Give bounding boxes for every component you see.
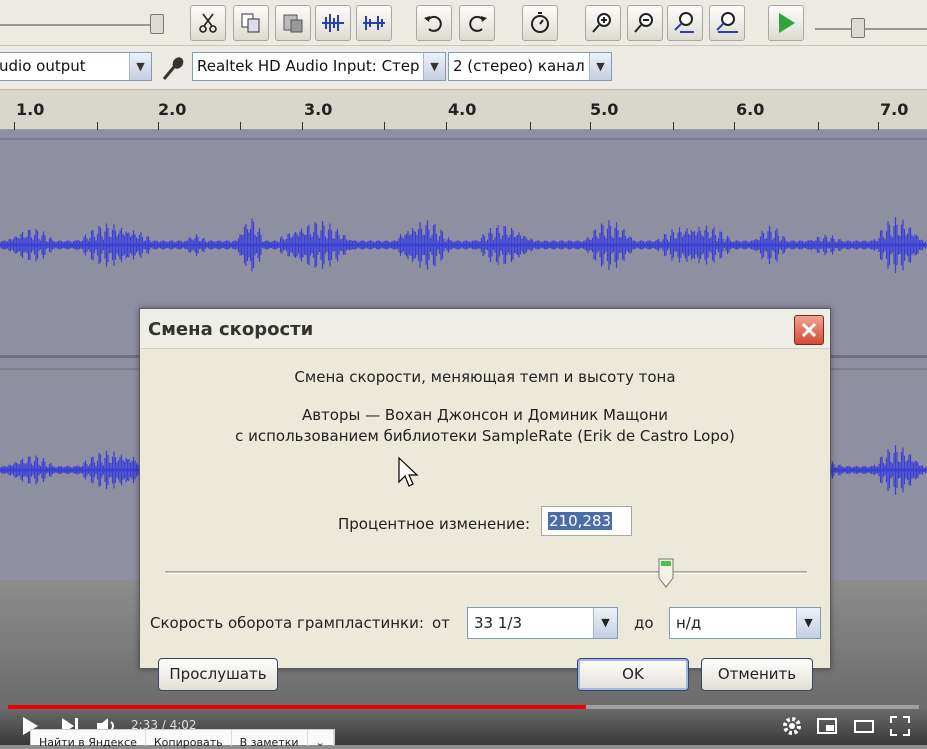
add-to-notes-item[interactable]: В заметки [232, 730, 308, 749]
timeline-ruler[interactable]: 1.0 2.0 3.0 4.0 5.0 6.0 7.0 [0, 90, 927, 130]
to-rpm-select[interactable]: н/д ▼ [669, 607, 821, 639]
device-toolbar: udio output ▼ Realtek HD Audio Input: Ст… [0, 46, 927, 90]
toolbar [0, 0, 927, 46]
theater-mode-icon[interactable] [853, 715, 875, 737]
miniplayer-icon[interactable] [816, 715, 838, 737]
percent-change-input[interactable]: 210,283 [541, 506, 632, 536]
microphone-icon [160, 54, 188, 82]
from-label: от [432, 614, 450, 632]
paste-icon[interactable] [275, 5, 311, 41]
timer-icon[interactable] [522, 5, 558, 41]
copy-item[interactable]: Копировать [146, 730, 232, 749]
authors-line: Авторы — Вохан Джонсон и Доминик Мащони [301, 406, 669, 424]
change-speed-dialog: Смена скорости Смена скорости, меняющая … [139, 308, 831, 691]
silence-icon[interactable] [356, 5, 392, 41]
play-icon[interactable] [768, 5, 804, 41]
dialog-titlebar[interactable]: Смена скорости [140, 309, 830, 349]
percent-change-value: 210,283 [548, 512, 613, 530]
trim-icon[interactable] [315, 5, 351, 41]
chevron-down-icon[interactable]: ▼ [423, 53, 445, 80]
from-rpm-value: 33 1/3 [474, 614, 522, 632]
preview-button[interactable]: Прослушать [158, 658, 278, 691]
chevron-down-icon[interactable]: ▼ [796, 608, 820, 638]
progress-fill[interactable] [8, 705, 587, 709]
play-speed-slider[interactable] [815, 14, 927, 38]
text-selection-menu: Найти в Яндексе Копировать В заметки ⌄ [30, 729, 335, 749]
output-device-value: udio output [0, 57, 86, 75]
channels-select[interactable]: 2 (стерео) канал ▼ [448, 52, 612, 81]
cancel-button[interactable]: Отменить [701, 658, 813, 691]
percent-slider-track[interactable] [165, 571, 807, 574]
ok-button[interactable]: OK [577, 658, 689, 691]
dialog-body: Смена скорости, меняющая темп и высоту т… [140, 349, 830, 691]
settings-gear-icon[interactable] [781, 715, 803, 737]
zoom-fit-icon[interactable] [709, 5, 745, 41]
input-device-value: Realtek HD Audio Input: Стер [197, 57, 420, 75]
ruler-label: 2.0 [158, 100, 187, 119]
ruler-label: 3.0 [304, 100, 333, 119]
percent-change-label: Процентное изменение: [338, 515, 531, 533]
channels-value: 2 (стерео) канал [453, 57, 585, 75]
fullscreen-icon[interactable] [889, 715, 911, 737]
zoom-in-icon[interactable] [585, 5, 621, 41]
mouse-cursor-icon [398, 456, 419, 487]
redo-icon[interactable] [459, 5, 495, 41]
percent-slider-thumb[interactable] [658, 558, 674, 588]
chevron-down-icon[interactable]: ▼ [129, 53, 151, 80]
volume-slider[interactable] [0, 14, 170, 34]
rpm-label: Скорость оборота грампластинки: [150, 614, 424, 632]
undo-icon[interactable] [416, 5, 452, 41]
copy-icon[interactable] [233, 5, 269, 41]
ruler-label: 6.0 [736, 100, 765, 119]
to-rpm-value: н/д [676, 614, 702, 632]
dialog-description: Смена скорости, меняющая темп и высоту т… [294, 368, 676, 386]
close-icon[interactable] [794, 315, 824, 345]
ruler-label: 1.0 [16, 100, 45, 119]
chevron-down-icon[interactable]: ▼ [593, 608, 617, 638]
output-device-select[interactable]: udio output ▼ [0, 52, 152, 81]
input-device-select[interactable]: Realtek HD Audio Input: Стер ▼ [192, 52, 446, 81]
library-line: с использованием библиотеки SampleRate (… [235, 427, 735, 445]
ruler-label: 7.0 [880, 100, 909, 119]
search-yandex-item[interactable]: Найти в Яндексе [31, 730, 146, 749]
zoom-out-icon[interactable] [627, 5, 663, 41]
from-rpm-select[interactable]: 33 1/3 ▼ [467, 607, 618, 639]
chevron-down-icon[interactable]: ▼ [589, 53, 611, 80]
zoom-selection-icon[interactable] [667, 5, 703, 41]
dialog-title: Смена скорости [148, 319, 314, 340]
chevron-down-icon[interactable]: ⌄ [308, 730, 334, 749]
ruler-label: 4.0 [448, 100, 477, 119]
ruler-label: 5.0 [590, 100, 619, 119]
cut-icon[interactable] [190, 5, 226, 41]
to-label: до [634, 614, 654, 632]
